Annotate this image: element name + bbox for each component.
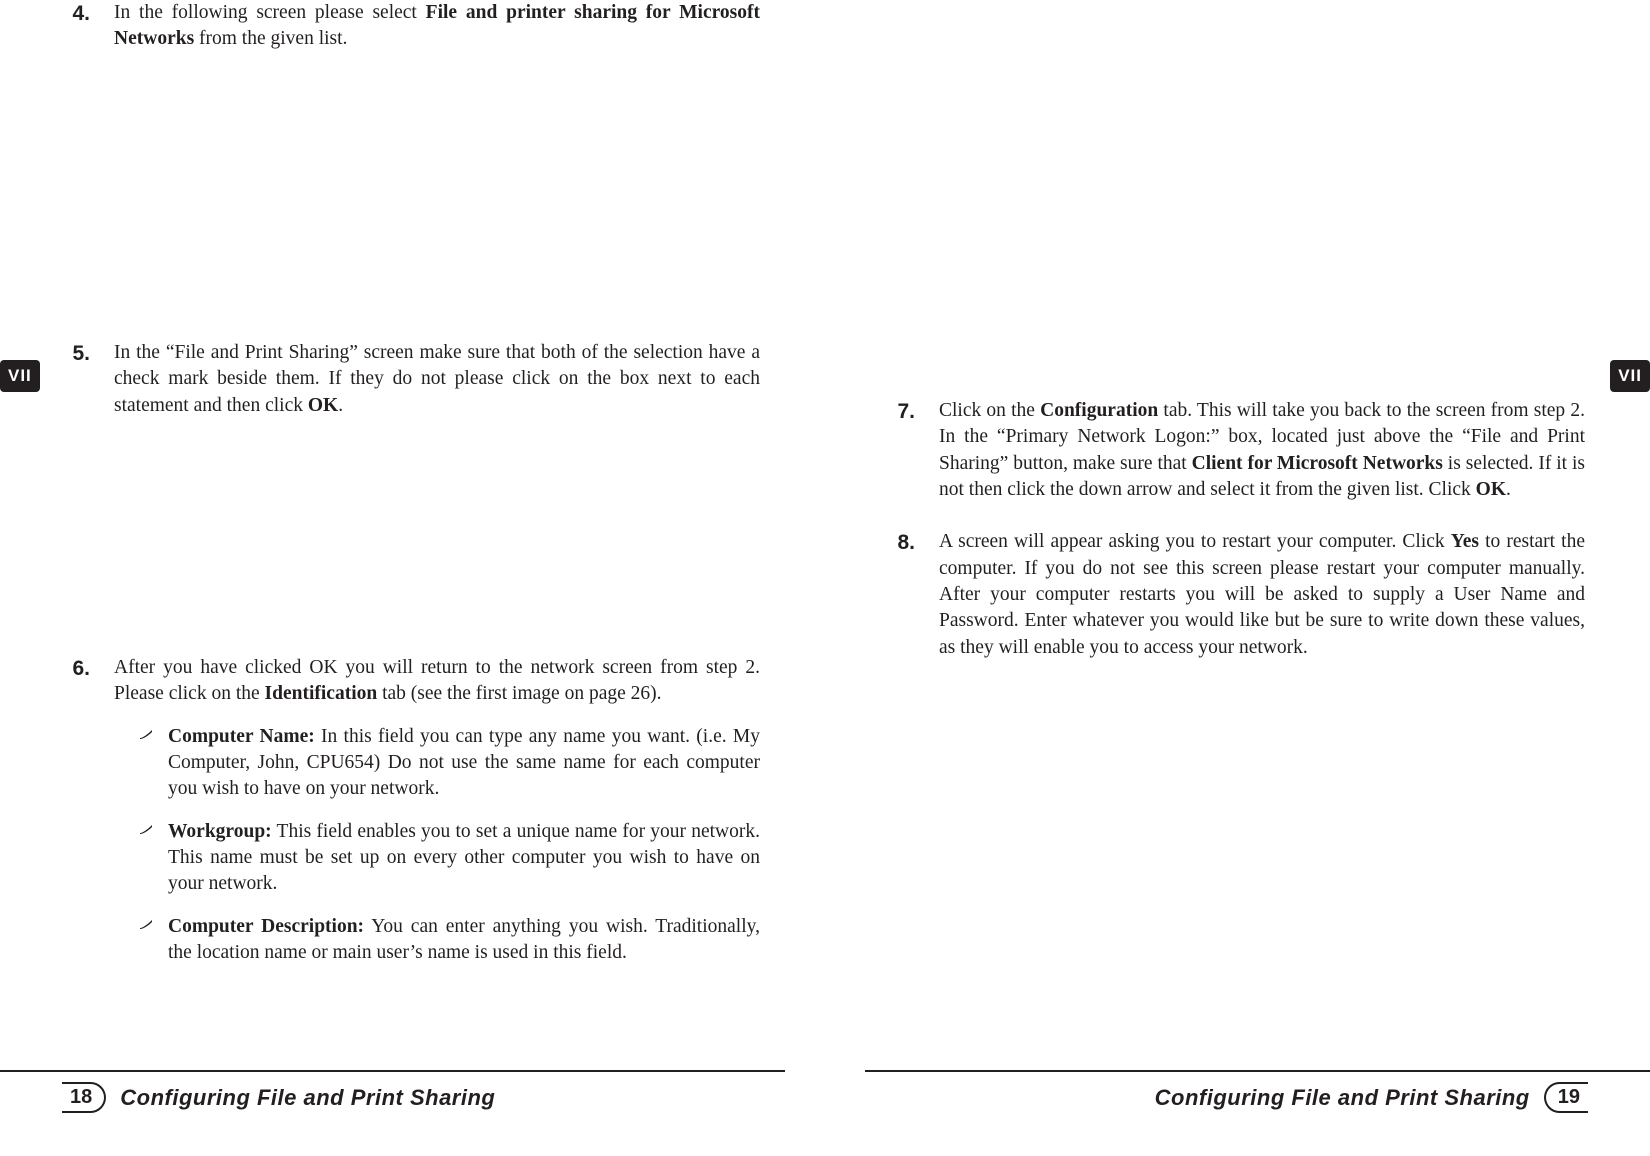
chapter-tab-right: VII (1610, 360, 1650, 392)
step-text: After you have clicked OK you will retur… (114, 655, 760, 966)
step-4: 4. In the following screen please select… (60, 0, 760, 53)
text-run: In the following screen please select (114, 2, 426, 23)
bullet-item: Computer Name: In this field you can typ… (138, 724, 760, 803)
step-number: 7. (885, 398, 915, 503)
bullet-item: Workgroup: This field enables you to set… (138, 819, 760, 898)
step-7: 7. Click on the Configuration tab. This … (885, 398, 1585, 503)
text-bold: Identification (265, 683, 378, 704)
bullet-icon (138, 819, 154, 898)
text-bold: Yes (1451, 531, 1479, 552)
bullet-text: Computer Description: You can enter anyt… (168, 914, 760, 967)
step-8: 8. A screen will appear asking you to re… (885, 529, 1585, 661)
text-run: tab (see the first image on page 26). (377, 683, 661, 704)
bullet-item: Computer Description: You can enter anyt… (138, 914, 760, 967)
step-text: A screen will appear asking you to resta… (939, 529, 1585, 661)
bullet-icon (138, 914, 154, 967)
page-number-left: 18 (62, 1082, 106, 1113)
page-spread: VII 4. In the following screen please se… (0, 0, 1650, 1156)
footer-left: 18 Configuring File and Print Sharing (0, 1076, 825, 1126)
bullet-label: Computer Description: (168, 916, 364, 937)
text-run: Click on the (939, 400, 1040, 421)
footer-title-right: Configuring File and Print Sharing (1155, 1085, 1530, 1111)
step-number: 5. (60, 340, 90, 419)
text-bold: OK (308, 395, 338, 416)
step-number: 8. (885, 529, 915, 661)
text-run: . (338, 395, 343, 416)
step-number: 4. (60, 0, 90, 53)
footer-rule (0, 1070, 785, 1072)
page-right: VII 7. Click on the Configuration tab. T… (825, 0, 1650, 1156)
text-bold: OK (1476, 479, 1506, 500)
text-run: A screen will appear asking you to resta… (939, 531, 1451, 552)
bullet-list: Computer Name: In this field you can typ… (114, 724, 760, 967)
footer-rule (865, 1070, 1650, 1072)
bullet-label: Workgroup: (168, 821, 272, 842)
page-left: VII 4. In the following screen please se… (0, 0, 825, 1156)
chapter-tab-left: VII (0, 360, 40, 392)
text-run: . (1506, 479, 1511, 500)
step-text: Click on the Configuration tab. This wil… (939, 398, 1585, 503)
footer-title-left: Configuring File and Print Sharing (120, 1085, 495, 1111)
text-bold: Configuration (1040, 400, 1158, 421)
bullet-icon (138, 724, 154, 803)
step-number: 6. (60, 655, 90, 966)
text-bold: Client for Microsoft Networks (1192, 453, 1443, 474)
step-text: In the “File and Print Sharing” screen m… (114, 340, 760, 419)
step-text: In the following screen please select Fi… (114, 0, 760, 53)
text-run: In the “File and Print Sharing” screen m… (114, 342, 760, 416)
footer-right: 19 Configuring File and Print Sharing (825, 1076, 1650, 1126)
step-5: 5. In the “File and Print Sharing” scree… (60, 340, 760, 419)
text-run: from the given list. (194, 28, 347, 49)
bullet-text: Workgroup: This field enables you to set… (168, 819, 760, 898)
step-6: 6. After you have clicked OK you will re… (60, 655, 760, 966)
bullet-text: Computer Name: In this field you can typ… (168, 724, 760, 803)
page-number-right: 19 (1544, 1082, 1588, 1113)
bullet-label: Computer Name: (168, 726, 315, 747)
